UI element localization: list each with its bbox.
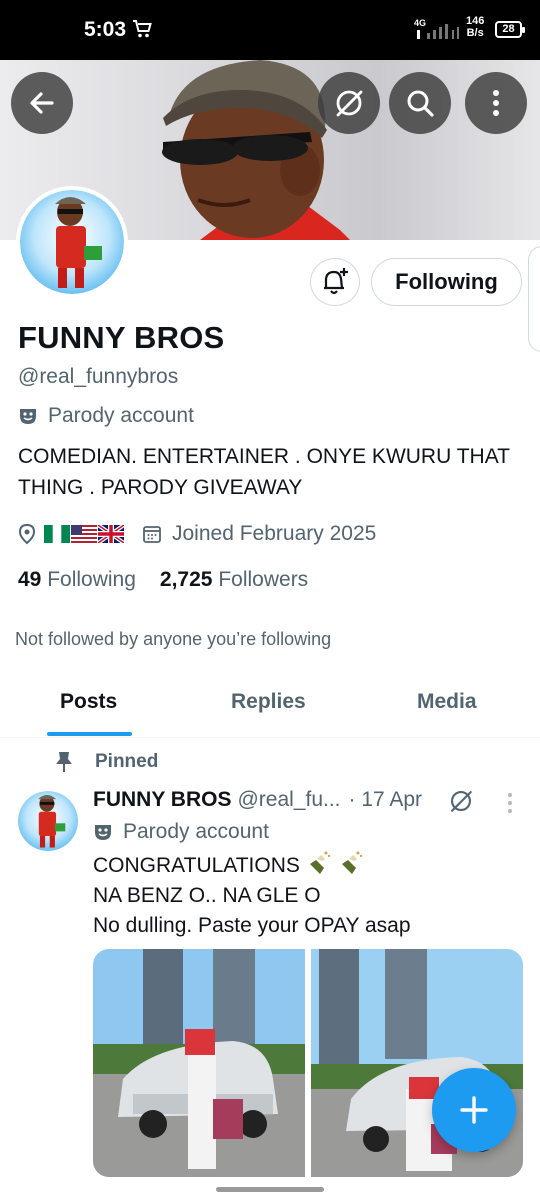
post-more-icon[interactable]: [500, 791, 520, 815]
following-button[interactable]: Following: [371, 258, 522, 306]
signal-icon: 4G: [414, 18, 459, 39]
follow-counts: 49 Following 2,725 Followers: [18, 568, 308, 592]
battery-indicator: 28: [495, 21, 525, 38]
theater-mask-icon: [95, 825, 111, 840]
more-options-button[interactable]: [465, 72, 527, 134]
uk-flag-icon: [98, 525, 124, 543]
post-text: CONGRATULATIONS NA BENZ O.. NA GLE O No …: [93, 850, 411, 941]
search-button[interactable]: [389, 72, 451, 134]
post-header: FUNNY BROS @real_fu... · 17 Apr: [93, 788, 422, 812]
post-author-avatar[interactable]: [18, 791, 78, 851]
bottle-with-popping-cork-icon: [309, 851, 330, 874]
following-count-link[interactable]: 49 Following: [18, 568, 136, 592]
status-bar: 5:03 4G 146 B/s 28: [0, 0, 540, 60]
tab-media[interactable]: Media: [417, 690, 477, 714]
post-line-1: CONGRATULATIONS: [93, 850, 411, 881]
more-vertical-icon: [493, 90, 499, 116]
grok-icon: [336, 90, 363, 117]
bottle-with-popping-cork-icon: [341, 851, 362, 874]
not-followed-text: Not followed by anyone you’re following: [15, 629, 332, 649]
profile-meta: Joined February 2025: [18, 519, 376, 549]
plus-icon: [460, 1096, 488, 1124]
avatar-cartoon-small: [18, 791, 78, 851]
post-author-name[interactable]: FUNNY BROS: [93, 788, 231, 812]
theater-mask-icon: [20, 409, 36, 424]
location-flags: [44, 525, 124, 543]
usa-flag-icon: [71, 525, 97, 543]
search-icon: [407, 90, 434, 117]
nigeria-flag-icon: [44, 525, 70, 543]
gesture-nav-bar[interactable]: [216, 1187, 324, 1192]
compose-post-button[interactable]: [432, 1068, 516, 1152]
profile-tabs: Posts Replies Media: [0, 672, 540, 738]
calendar-icon: [143, 526, 161, 543]
parody-label: Parody account: [18, 404, 194, 428]
active-tab-indicator: [47, 732, 132, 736]
arrow-left-icon: [30, 92, 54, 114]
profile-bio: COMEDIAN. ENTERTAINER . ONYE KWURU THAT …: [18, 445, 510, 499]
shopping-cart-icon: [133, 20, 152, 38]
post-line-3: No dulling. Paste your OPAY asap: [93, 914, 411, 937]
side-panel-edge: [528, 246, 540, 352]
grok-button[interactable]: [318, 72, 380, 134]
post-author-handle[interactable]: @real_fu...: [237, 788, 340, 812]
pinned-indicator: Pinned: [55, 751, 158, 773]
pin-icon: [56, 752, 72, 772]
bell-plus-icon: [324, 268, 348, 295]
network-speed: 146 B/s: [466, 15, 485, 39]
back-button[interactable]: [11, 72, 73, 134]
post-date[interactable]: · 17 Apr: [349, 788, 423, 812]
display-name: FUNNY BROS: [18, 320, 225, 355]
location-pin-icon: [18, 523, 36, 545]
profile-handle: @real_funnybros: [18, 365, 179, 388]
post-parody-label: Parody account: [93, 820, 269, 844]
joined-date: Joined February 2025: [172, 522, 377, 545]
status-time: 5:03: [84, 18, 127, 41]
tab-replies[interactable]: Replies: [231, 690, 306, 714]
post-line-2: NA BENZ O.. NA GLE O: [93, 884, 321, 907]
profile-avatar[interactable]: [16, 186, 128, 298]
post-image-1[interactable]: [93, 949, 305, 1177]
notifications-button[interactable]: [310, 258, 360, 306]
followers-count-link[interactable]: 2,725 Followers: [160, 568, 308, 592]
avatar-cartoon: [20, 190, 124, 294]
grok-icon[interactable]: [448, 788, 474, 814]
car-photo-1: [93, 949, 305, 1177]
network-label: 4G: [414, 18, 426, 28]
tab-posts[interactable]: Posts: [60, 690, 117, 714]
